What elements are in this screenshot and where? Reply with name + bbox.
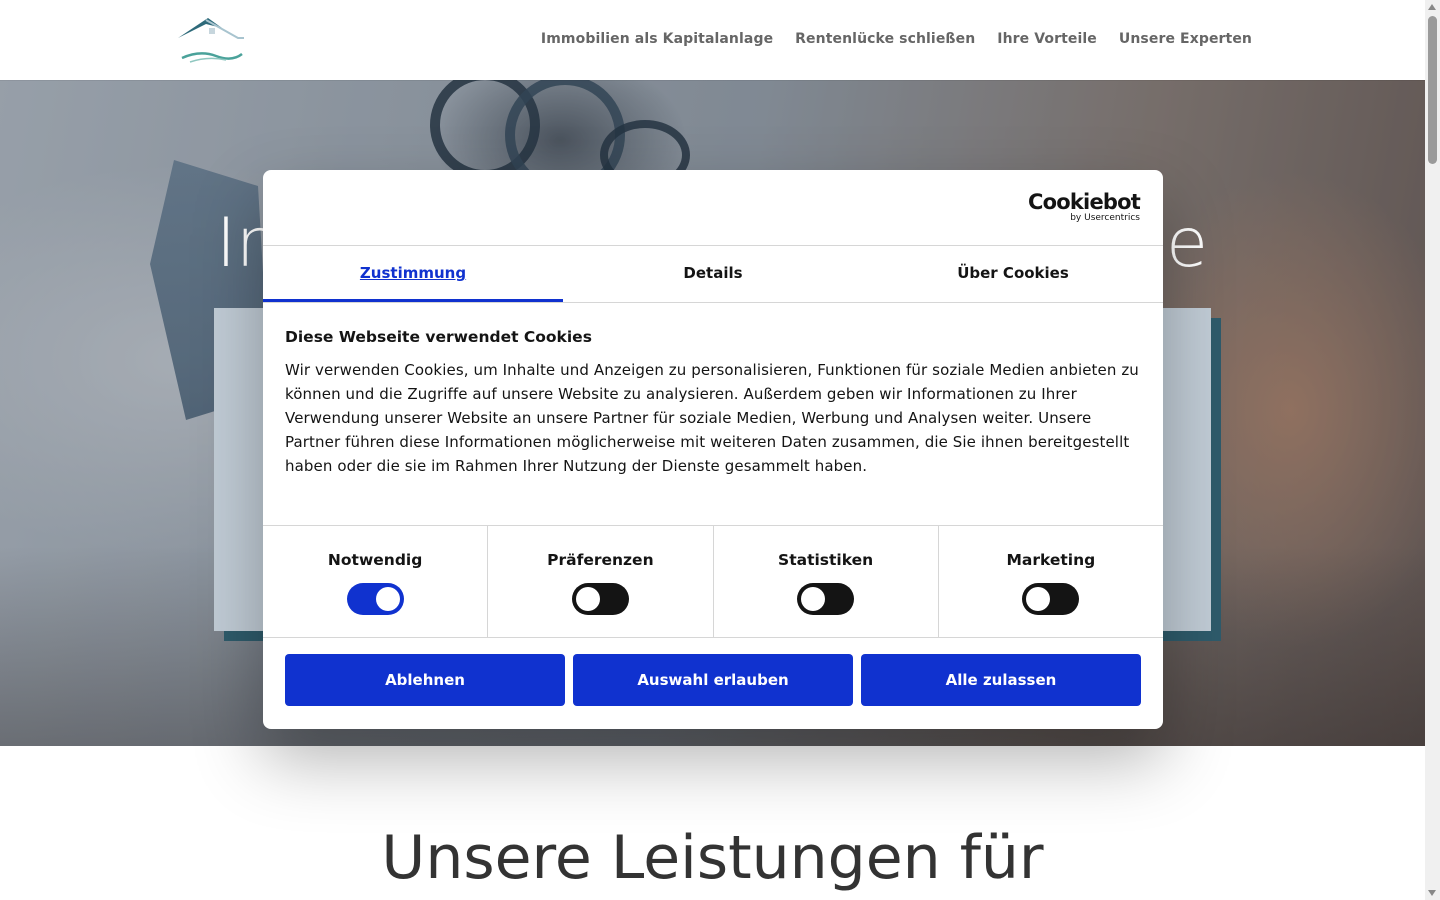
toggle-marketing[interactable]: [1022, 583, 1080, 615]
cookie-actions: Ablehnen Auswahl erlauben Alle zulassen: [263, 638, 1163, 706]
toggle-statistiken[interactable]: [797, 583, 855, 615]
cookie-tabs: Zustimmung Details Über Cookies: [263, 246, 1163, 303]
category-notwendig: Notwendig: [263, 526, 489, 637]
section-title: Unsere Leistungen für: [381, 823, 1044, 893]
site-header: Immobilien als Kapitalanlage Rentenlücke…: [0, 0, 1425, 80]
scroll-thumb[interactable]: [1428, 16, 1437, 164]
allow-selection-button[interactable]: Auswahl erlauben: [573, 654, 853, 706]
cookie-heading: Diese Webseite verwendet Cookies: [285, 328, 592, 346]
tab-ueber-cookies[interactable]: Über Cookies: [863, 246, 1163, 302]
category-statistiken: Statistiken: [714, 526, 939, 637]
cookie-body: Diese Webseite verwendet Cookies Wir ver…: [263, 303, 1163, 525]
toggle-praeferenzen[interactable]: [571, 583, 629, 615]
allow-all-button[interactable]: Alle zulassen: [861, 654, 1141, 706]
category-label: Notwendig: [327, 551, 423, 569]
category-label: Statistiken: [778, 551, 874, 569]
category-marketing: Marketing: [939, 526, 1163, 637]
house-logo-icon[interactable]: [176, 14, 248, 66]
main-nav: Immobilien als Kapitalanlage Rentenlücke…: [541, 31, 1252, 47]
nav-link-experten[interactable]: Unsere Experten: [1119, 31, 1252, 47]
scroll-up-icon[interactable]: [1428, 4, 1436, 10]
decline-button[interactable]: Ablehnen: [285, 654, 565, 706]
cookie-dialog-header: Cookiebot by Usercentrics: [263, 170, 1163, 246]
category-label: Marketing: [1006, 551, 1096, 569]
scroll-down-icon[interactable]: [1428, 890, 1436, 896]
page-scrollbar[interactable]: [1425, 0, 1440, 900]
cookie-description: Wir verwenden Cookies, um Inhalte und An…: [285, 361, 1139, 475]
tab-details[interactable]: Details: [563, 246, 863, 302]
nav-link-kapitalanlage[interactable]: Immobilien als Kapitalanlage: [541, 31, 773, 47]
category-praeferenzen: Präferenzen: [488, 526, 714, 637]
hero-title-end: e: [1166, 204, 1208, 283]
nav-link-vorteile[interactable]: Ihre Vorteile: [997, 31, 1097, 47]
nav-link-rentenluecke[interactable]: Rentenlücke schließen: [795, 31, 975, 47]
tab-zustimmung[interactable]: Zustimmung: [263, 246, 563, 302]
cookie-categories: Notwendig Präferenzen Statistiken Market…: [263, 525, 1163, 638]
category-label: Präferenzen: [547, 551, 654, 569]
cookiebot-logo: Cookiebot by Usercentrics: [1028, 190, 1141, 223]
cookie-consent-dialog: Cookiebot by Usercentrics Zustimmung Det…: [263, 170, 1163, 729]
toggle-notwendig[interactable]: [346, 583, 404, 615]
